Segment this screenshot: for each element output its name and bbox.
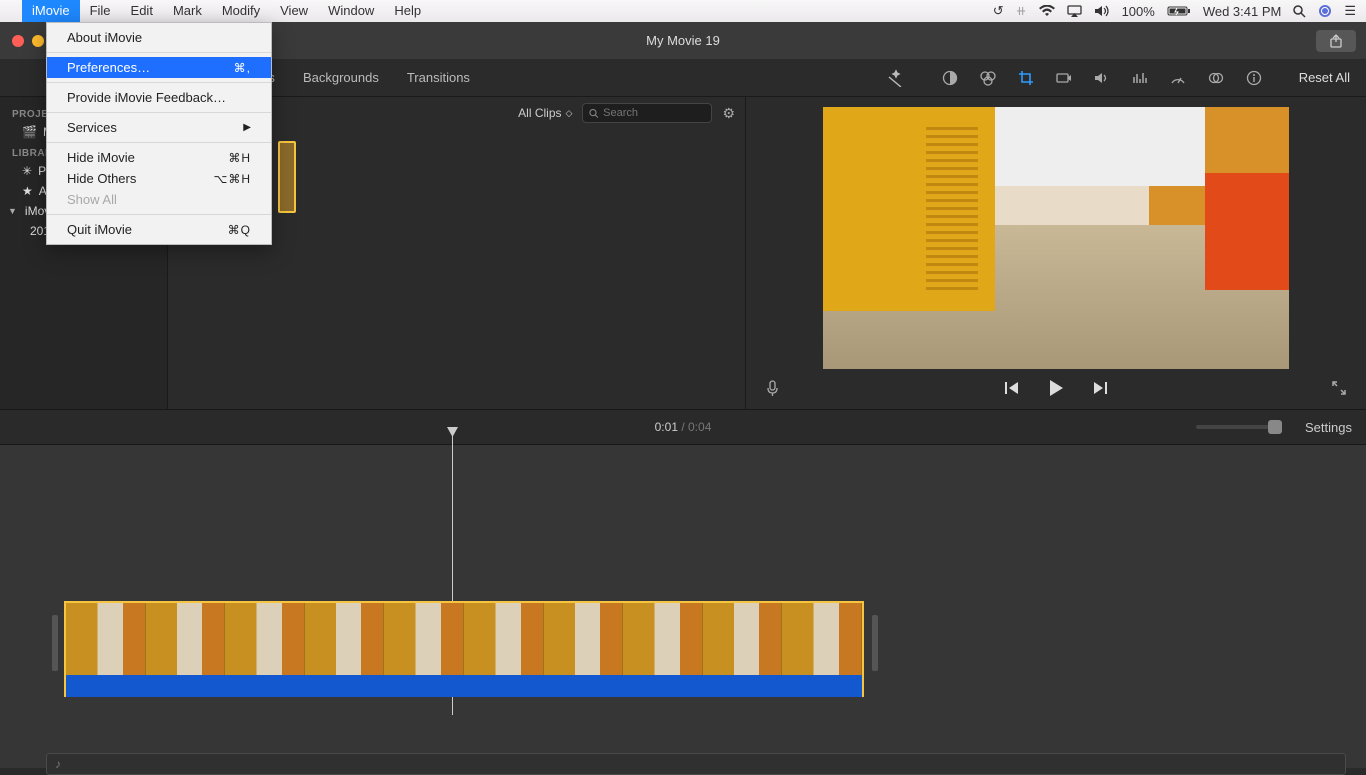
menu-hide-imovie[interactable]: Hide iMovie⌘H (47, 147, 271, 168)
project-title: My Movie 19 (646, 33, 720, 48)
battery-percent: 100% (1122, 4, 1155, 19)
play-button[interactable] (1048, 379, 1064, 397)
timeline-clip[interactable] (64, 601, 864, 697)
timeline[interactable]: ♪ (0, 445, 1366, 768)
timeline-header: 0:01 / 0:04 Settings (0, 409, 1366, 445)
search-field[interactable] (582, 103, 712, 123)
menu-hide-others[interactable]: Hide Others⌥⌘H (47, 168, 271, 189)
speed-icon[interactable] (1169, 69, 1187, 87)
time-machine-icon[interactable]: ↺ (993, 3, 1004, 19)
zoom-slider[interactable] (1196, 425, 1276, 429)
timeline-settings-button[interactable]: Settings (1305, 420, 1352, 435)
menubar-clock[interactable]: Wed 3:41 PM (1203, 4, 1282, 19)
siri-icon[interactable] (1318, 4, 1332, 18)
volume-adjust-icon[interactable] (1093, 69, 1111, 87)
background-music-well[interactable]: ♪ (46, 753, 1346, 775)
battery-icon[interactable] (1167, 5, 1191, 17)
clip-filter-icon[interactable] (1207, 69, 1225, 87)
tab-transitions[interactable]: Transitions (407, 70, 470, 85)
window-close-button[interactable] (12, 35, 24, 47)
share-button[interactable] (1316, 30, 1356, 52)
wifi-icon[interactable] (1039, 5, 1055, 17)
preview-viewer (746, 97, 1366, 409)
color-correction-icon[interactable] (979, 69, 997, 87)
menu-window[interactable]: Window (318, 0, 384, 22)
search-icon (589, 108, 599, 119)
menu-quit-imovie[interactable]: Quit iMovie⌘Q (47, 219, 271, 240)
menu-imovie[interactable]: iMovie (22, 0, 80, 22)
clip-audio-track[interactable] (66, 675, 862, 697)
notification-center-icon[interactable]: ☰ (1344, 3, 1356, 19)
menu-mark[interactable]: Mark (163, 0, 212, 22)
clip-filter-dropdown[interactable]: All Clips ◇ (518, 106, 572, 120)
crop-icon[interactable] (1017, 69, 1035, 87)
menu-services[interactable]: Services▶ (47, 117, 271, 138)
menu-edit[interactable]: Edit (121, 0, 163, 22)
fullscreen-icon[interactable] (1332, 381, 1346, 395)
menu-help[interactable]: Help (384, 0, 431, 22)
bluetooth-icon[interactable]: ⧺ (1016, 3, 1027, 19)
noise-eq-icon[interactable] (1131, 69, 1149, 87)
menu-preferences[interactable]: Preferences…⌘, (47, 57, 271, 78)
macos-menubar: iMovie File Edit Mark Modify View Window… (0, 0, 1366, 22)
menu-provide-feedback[interactable]: Provide iMovie Feedback… (47, 87, 271, 108)
next-button[interactable] (1092, 381, 1108, 395)
imovie-app-menu: About iMovie Preferences…⌘, Provide iMov… (46, 22, 272, 245)
airplay-icon[interactable] (1067, 5, 1082, 17)
clip-trim-handle-left[interactable] (52, 615, 58, 671)
browser-settings-icon[interactable]: ⚙ (722, 105, 735, 122)
menu-view[interactable]: View (270, 0, 318, 22)
menu-show-all: Show All (47, 189, 271, 210)
menu-about-imovie[interactable]: About iMovie (47, 27, 271, 48)
tab-backgrounds[interactable]: Backgrounds (303, 70, 379, 85)
color-balance-icon[interactable] (941, 69, 959, 87)
spotlight-icon[interactable] (1293, 5, 1306, 18)
menu-modify[interactable]: Modify (212, 0, 270, 22)
browser-clip-thumbnail[interactable] (278, 141, 296, 213)
search-input[interactable] (603, 107, 705, 119)
info-icon[interactable] (1245, 69, 1263, 87)
menu-file[interactable]: File (80, 0, 121, 22)
clip-trim-handle-right[interactable] (872, 615, 878, 671)
reset-all-button[interactable]: Reset All (1299, 70, 1350, 85)
volume-icon[interactable] (1094, 5, 1110, 17)
stabilization-icon[interactable] (1055, 69, 1073, 87)
window-minimize-button[interactable] (32, 35, 44, 47)
enhance-wand-button[interactable] (885, 69, 925, 87)
preview-canvas[interactable] (823, 107, 1289, 369)
timecode-display: 0:01 / 0:04 (655, 420, 712, 434)
prev-button[interactable] (1004, 381, 1020, 395)
voiceover-mic-icon[interactable] (766, 380, 779, 397)
